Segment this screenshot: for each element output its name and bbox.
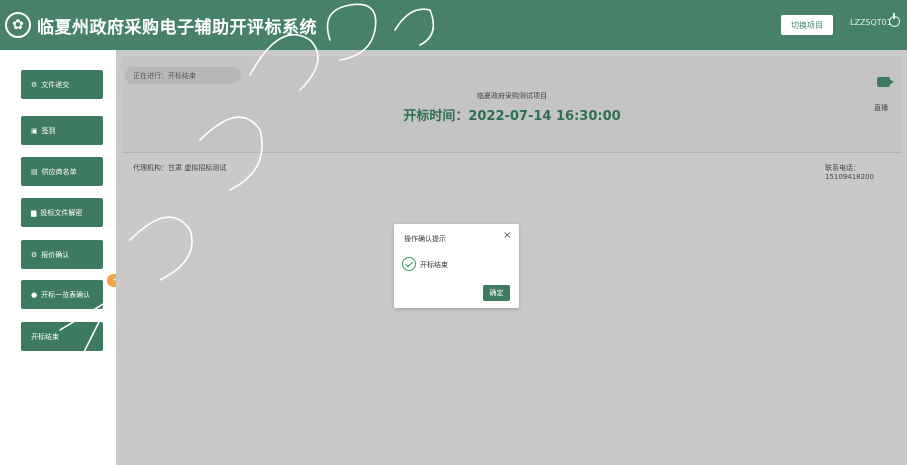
progress-status: 正在进行：开标结束 [125, 67, 241, 84]
agency-info: 代理机构：甘肃 虚拟招标测试 [133, 164, 227, 172]
gear-icon: ⚙ [31, 80, 38, 89]
user-id: LZZSQT01 [850, 18, 892, 27]
sidebar-item-label: 开标一览表确认 [41, 290, 91, 299]
gear-icon: ⚙ [31, 250, 38, 259]
sidebar-item-sign-in[interactable]: ▣ 签到 [21, 116, 103, 145]
sidebar-item-label: 供应商名单 [41, 167, 77, 176]
dot-icon: ● [31, 290, 38, 299]
check-square-icon: ▣ [31, 126, 38, 135]
divider [122, 152, 902, 153]
sidebar-item-opening-summary-confirm[interactable]: ● 开标一览表确认 ••• [21, 274, 130, 309]
sidebar-item-label: 报价确认 [41, 250, 70, 259]
sidebar-item-supplier-list[interactable]: ▤ 供应商名单 [21, 157, 103, 186]
app-header: ✿ 临夏州政府采购电子辅助开评标系统 切换项目 LZZSQT01 [0, 0, 907, 50]
project-info-panel: 正在进行：开标结束 临夏政府采购测试项目 开标时间：2022-07-14 16:… [122, 57, 902, 181]
opening-time: 开标时间：2022-07-14 16:30:00 [403, 109, 621, 124]
sidebar-item-opening-end[interactable]: 开标结束 [21, 322, 103, 351]
sidebar-item-bid-decrypt[interactable]: ▆ 投标文件解密 [21, 198, 103, 227]
sidebar-item-label: 投标文件解密 [40, 208, 83, 217]
sidebar-item-quote-confirm[interactable]: ⚙ 报价确认 [21, 240, 103, 269]
list-icon: ▤ [31, 167, 38, 176]
live-video-icon[interactable] [877, 77, 894, 87]
confirm-dialog: 操作确认提示 × 开标结束 确定 [394, 224, 519, 308]
sidebar-item-file-submit[interactable]: ⚙ 文件递交 [21, 70, 103, 99]
ok-button[interactable]: 确定 [483, 285, 510, 301]
switch-project-button[interactable]: 切换项目 [781, 15, 833, 35]
folder-icon: ▆ [31, 208, 37, 217]
sidebar-item-label: 文件递交 [41, 80, 70, 89]
sidebar-item-label: 开标结束 [31, 332, 59, 341]
project-name: 临夏政府采购测试项目 [477, 92, 547, 100]
dialog-title: 操作确认提示 [404, 235, 446, 243]
close-icon[interactable]: × [503, 230, 511, 241]
success-check-icon [402, 257, 416, 271]
app-title: 临夏州政府采购电子辅助开评标系统 [37, 17, 317, 38]
live-label[interactable]: 直播 [874, 103, 888, 113]
emblem-logo-icon: ✿ [5, 12, 31, 38]
contact-phone: 联系电话：15109418200 [825, 164, 874, 181]
logout-power-icon[interactable] [889, 13, 900, 27]
sidebar-item-label: 签到 [41, 126, 56, 135]
dialog-message: 开标结束 [420, 261, 448, 269]
sidebar: ⚙ 文件递交 ▣ 签到 ▤ 供应商名单 ▆ 投标文件解密 ⚙ 报价确认 ● 开标… [0, 50, 130, 465]
